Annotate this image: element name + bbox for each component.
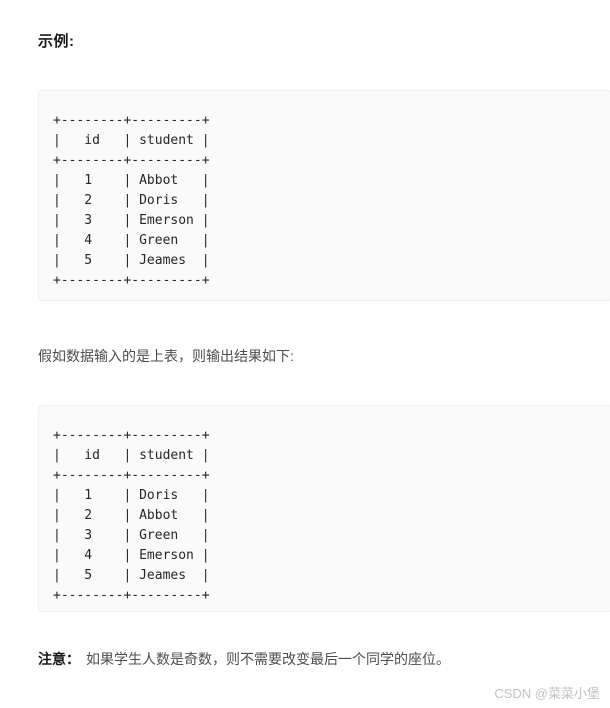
note-text: 如果学生人数是奇数，则不需要改变最后一个同学的座位。 xyxy=(86,651,450,667)
code-block-input-table: +--------+---------+ | id | student | +-… xyxy=(38,90,610,301)
note-block: 注意： 如果学生人数是奇数，则不需要改变最后一个同学的座位。 xyxy=(38,648,450,670)
document-page: 示例: +--------+---------+ | id | student … xyxy=(0,0,610,708)
csdn-watermark: CSDN @菜菜小堡 xyxy=(494,686,600,701)
code-content: +--------+---------+ | id | student | +-… xyxy=(53,428,210,603)
middle-paragraph: 假如数据输入的是上表，则输出结果如下: xyxy=(38,348,294,364)
page-title: 示例: xyxy=(38,33,75,50)
code-block-output-table: +--------+---------+ | id | student | +-… xyxy=(38,405,610,612)
code-content: +--------+---------+ | id | student | +-… xyxy=(53,113,210,288)
note-label: 注意： xyxy=(38,651,80,667)
